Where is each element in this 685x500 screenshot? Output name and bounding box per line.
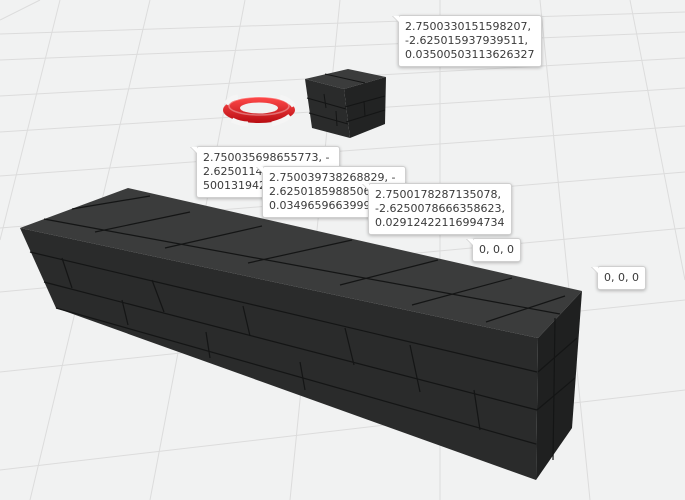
small-stone-cube[interactable] [305,69,386,138]
position-label-d: 0, 0, 0 [472,238,521,262]
life-ring[interactable] [223,94,297,127]
position-label-c: 2.7500178287135078, -2.6250078666358623,… [368,183,512,235]
position-label-e: 0, 0, 0 [597,266,646,290]
position-label-cube: 2.7500330151598207, -2.625015937939511, … [398,15,542,67]
3d-viewport[interactable] [0,0,685,500]
